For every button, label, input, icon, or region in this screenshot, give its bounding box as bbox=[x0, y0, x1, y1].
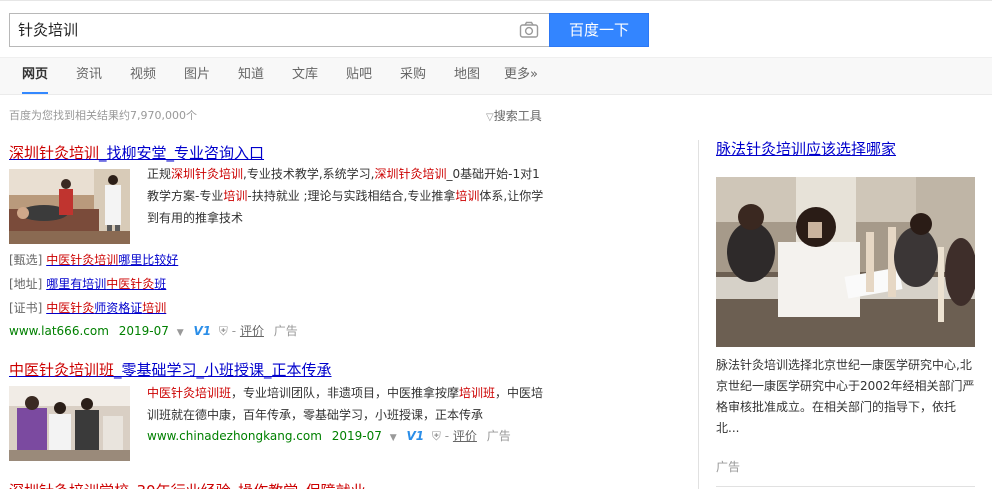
result-count: 百度为您找到相关结果约7,970,000个 bbox=[9, 109, 197, 122]
result-1-sublink-3[interactable]: [证书] 中医针灸师资格证培训 bbox=[9, 299, 166, 316]
result-1-desc-segment: 正规 bbox=[147, 167, 172, 181]
search-input[interactable] bbox=[18, 14, 508, 46]
sublink-text[interactable]: 中医针灸培训哪里比较好 bbox=[46, 253, 178, 267]
result-1-title[interactable]: 深圳针灸培训_找柳安堂_专业咨询入口 bbox=[9, 142, 264, 163]
search-tools[interactable]: ▽搜索工具 bbox=[486, 107, 542, 124]
shield-icon[interactable]: ⛨ bbox=[432, 429, 441, 443]
result-2-url[interactable]: www.chinadezhongkang.com bbox=[147, 429, 322, 443]
result-1-sublink-2[interactable]: [地址] 哪里有培训中医针灸班 bbox=[9, 275, 166, 292]
right-ad-label: 广告 bbox=[716, 460, 741, 474]
dropdown-arrow-icon[interactable]: ▼ bbox=[390, 433, 397, 443]
result-2-eval-link[interactable]: 评价 bbox=[453, 429, 477, 443]
result-2-desc-segment: 培训班 bbox=[459, 386, 496, 400]
v1-badge[interactable]: V1 bbox=[193, 324, 211, 338]
tab-purchase[interactable]: 采购 bbox=[400, 58, 426, 94]
result-1-desc-segment: 深圳针灸培训 bbox=[374, 167, 447, 181]
search-box[interactable] bbox=[9, 13, 550, 47]
result-2-ad-label: 广告 bbox=[486, 429, 511, 443]
shield-icon[interactable]: ⛨ bbox=[219, 324, 228, 338]
sublink-tag: [地址] bbox=[9, 277, 43, 291]
result-1-desc-segment: ,专业技术教学,系统学习, bbox=[243, 167, 375, 181]
tab-video[interactable]: 视频 bbox=[130, 58, 156, 94]
result-1-desc-segment: 培训 bbox=[455, 189, 480, 203]
right-ad-title[interactable]: 脉法针灸培训应该选择哪家 bbox=[716, 138, 896, 159]
sublink-tag: [甄选] bbox=[9, 253, 43, 267]
right-ad-image[interactable] bbox=[716, 177, 975, 347]
result-1-description: 正规深圳针灸培训,专业技术教学,系统学习,深圳针灸培训_0基础开始-1对1教学方… bbox=[147, 163, 545, 229]
result-2-date: 2019-07 bbox=[331, 429, 382, 443]
top-border bbox=[0, 0, 992, 1]
result-2-description: 中医针灸培训班，专业培训团队，非遗项目，中医推拿按摩培训班，中医培训班就在德中康… bbox=[147, 382, 545, 426]
tab-wenku[interactable]: 文库 bbox=[292, 58, 318, 94]
right-ad-description: 脉法针灸培训选择北京世纪一康医学研究中心,北京世纪一康医学研究中心于2002年经… bbox=[716, 358, 975, 435]
nav-bar: 网页 资讯 视频 图片 知道 文库 贴吧 采购 地图 更多» bbox=[0, 57, 992, 95]
sublink-text[interactable]: 哪里有培训中医针灸班 bbox=[46, 277, 166, 291]
sublink-tag: [证书] bbox=[9, 301, 43, 315]
result-1-eval-link[interactable]: 评价 bbox=[240, 324, 264, 338]
result-2-desc-segment: ，专业培训团队，非遗项目，中医推拿按摩 bbox=[231, 386, 460, 400]
tab-tieba[interactable]: 贴吧 bbox=[346, 58, 372, 94]
right-column-divider bbox=[698, 140, 699, 489]
tab-more[interactable]: 更多» bbox=[504, 58, 538, 94]
result-1-desc-segment: 深圳针灸培训 bbox=[171, 167, 244, 181]
result-1-url-line: www.lat666.com 2019-07 ▼ V1 ⛨ - 评价 广告 bbox=[9, 322, 298, 339]
result-3-title[interactable]: 深圳针灸培训学校_30年行业经验_操作教学_保障就业 bbox=[9, 480, 366, 489]
right-bottom-divider bbox=[716, 486, 975, 487]
result-1-title-rest: _找柳安堂_专业咨询入口 bbox=[99, 144, 265, 162]
sublink-text[interactable]: 中医针灸师资格证培训 bbox=[46, 301, 166, 315]
result-1-url[interactable]: www.lat666.com bbox=[9, 324, 109, 338]
result-2-title-rest: _零基础学习_小班授课_正本传承 bbox=[114, 361, 332, 379]
tab-images[interactable]: 图片 bbox=[184, 58, 210, 94]
tab-map[interactable]: 地图 bbox=[454, 58, 480, 94]
tab-zhidao[interactable]: 知道 bbox=[238, 58, 264, 94]
result-1-ad-label: 广告 bbox=[273, 324, 298, 338]
result-1-sublink-1[interactable]: [甄选] 中医针灸培训哪里比较好 bbox=[9, 251, 178, 268]
result-1-date: 2019-07 bbox=[118, 324, 169, 338]
result-2-desc-segment: 中医针灸培训班 bbox=[147, 386, 232, 400]
search-tools-label: 搜索工具 bbox=[493, 109, 542, 123]
dropdown-arrow-icon[interactable]: ▼ bbox=[177, 328, 184, 338]
result-2-thumbnail[interactable] bbox=[9, 386, 130, 461]
result-1-desc-segment: 培训 bbox=[223, 189, 248, 203]
result-1-desc-segment: -扶持就业 ;理论与实践相结合,专业推拿 bbox=[247, 189, 456, 203]
result-1-title-keyword: 深圳针灸培训 bbox=[9, 144, 100, 162]
result-2-url-line: www.chinadezhongkang.com 2019-07 ▼ V1 ⛨ … bbox=[147, 427, 511, 444]
camera-icon[interactable] bbox=[519, 21, 539, 39]
tab-web[interactable]: 网页 bbox=[22, 58, 49, 94]
search-button[interactable]: 百度一下 bbox=[549, 13, 649, 47]
tab-news[interactable]: 资讯 bbox=[76, 58, 102, 94]
separator: - bbox=[231, 324, 237, 338]
separator: - bbox=[444, 429, 450, 443]
v1-badge[interactable]: V1 bbox=[406, 429, 424, 443]
filter-icon: ▽ bbox=[486, 112, 494, 123]
result-1-thumbnail[interactable] bbox=[9, 169, 130, 244]
result-2-title[interactable]: 中医针灸培训班_零基础学习_小班授课_正本传承 bbox=[9, 359, 332, 380]
result-2-title-keyword: 中医针灸培训班 bbox=[9, 361, 115, 379]
